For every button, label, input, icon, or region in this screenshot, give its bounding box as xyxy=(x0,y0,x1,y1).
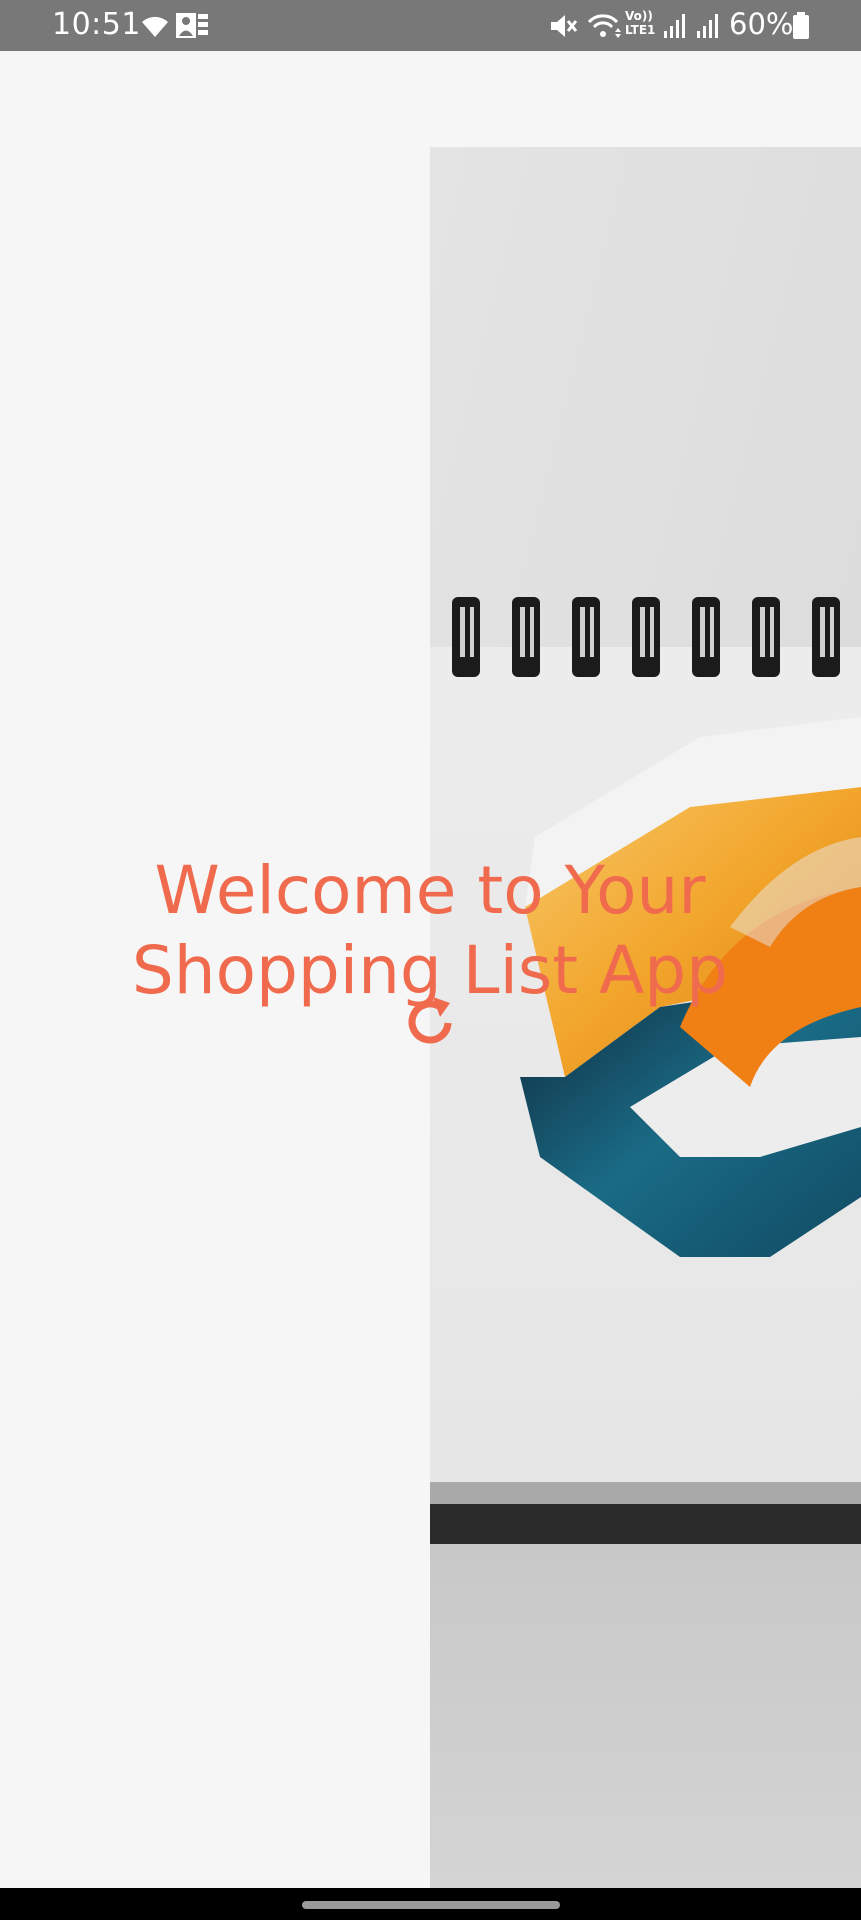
home-gesture-handle[interactable] xyxy=(302,1901,560,1909)
volte-icon: Vo)) LTE1 xyxy=(625,9,656,37)
mute-icon xyxy=(548,12,578,48)
battery-icon xyxy=(792,12,810,48)
welcome-title: Welcome to Your Shopping List App xyxy=(131,852,729,1009)
signal-icon xyxy=(696,12,722,47)
wifi-icon xyxy=(586,12,622,48)
photo-gallery-icon xyxy=(175,12,209,48)
refresh-icon xyxy=(400,991,460,1051)
signal-icon xyxy=(663,12,689,47)
battery-percent: 60% xyxy=(729,7,794,41)
wifi-icon xyxy=(140,12,170,47)
navigation-bar xyxy=(0,1888,861,1920)
status-time: 10:51 xyxy=(52,7,141,42)
notebook-logo-image xyxy=(430,147,861,1892)
status-bar: 10:51 Vo)) LTE1 60% xyxy=(0,0,861,51)
splash-screen: Welcome to Your Shopping List App xyxy=(0,51,861,1892)
